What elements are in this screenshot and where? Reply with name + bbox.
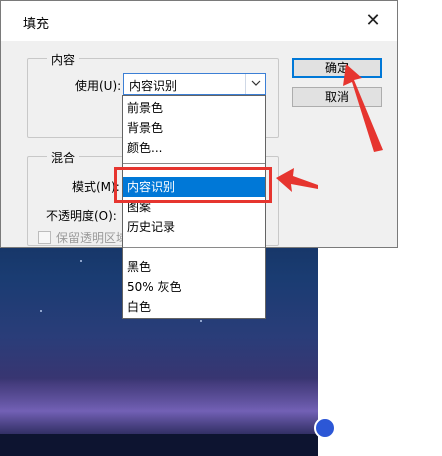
preserve-checkbox[interactable] (38, 231, 51, 244)
watermark-url: jingyan.baidu.com (341, 441, 434, 452)
content-group-label: 内容 (47, 51, 80, 68)
cancel-button[interactable]: 取消 (292, 87, 382, 107)
option-foreground[interactable]: 前景色 (123, 98, 265, 118)
title-bar: 填充 ✕ (1, 1, 397, 41)
close-icon[interactable]: ✕ (363, 11, 383, 31)
option-history[interactable]: 历史记录 (123, 217, 265, 237)
city-lights (0, 378, 318, 438)
use-dropdown-list: 前景色 背景色 颜色... 内容识别 图案 历史记录 黑色 50% 灰色 白色 (122, 95, 266, 319)
option-black[interactable]: 黑色 (123, 257, 265, 277)
mode-label: 模式(M): (72, 180, 120, 194)
water (0, 434, 318, 456)
watermark: Baidu经验 jingyan.baidu.com (314, 415, 434, 452)
star (40, 310, 42, 312)
use-select[interactable]: 内容识别 (123, 73, 266, 95)
dialog-title: 填充 (23, 17, 50, 32)
watermark-brand: Baidu经验 (340, 419, 434, 440)
use-select-value: 内容识别 (129, 79, 178, 93)
star (80, 260, 82, 262)
option-background[interactable]: 背景色 (123, 118, 265, 138)
highlight-box (114, 167, 272, 203)
chevron-down-icon[interactable] (245, 74, 265, 94)
use-label: 使用(U): (75, 79, 122, 93)
preserve-label: 保留透明区域 (56, 231, 129, 245)
separator (123, 163, 265, 164)
star (200, 320, 202, 322)
ok-button[interactable]: 确定 (292, 58, 382, 78)
option-50-gray[interactable]: 50% 灰色 (123, 277, 265, 297)
option-color[interactable]: 颜色... (123, 138, 265, 158)
separator (123, 247, 265, 248)
blend-group-label: 混合 (47, 149, 80, 166)
baidu-paw-icon (314, 417, 337, 439)
option-white[interactable]: 白色 (123, 297, 265, 317)
preserve-transparency[interactable]: 保留透明区域 (38, 229, 128, 246)
opacity-label: 不透明度(O): (46, 209, 117, 223)
